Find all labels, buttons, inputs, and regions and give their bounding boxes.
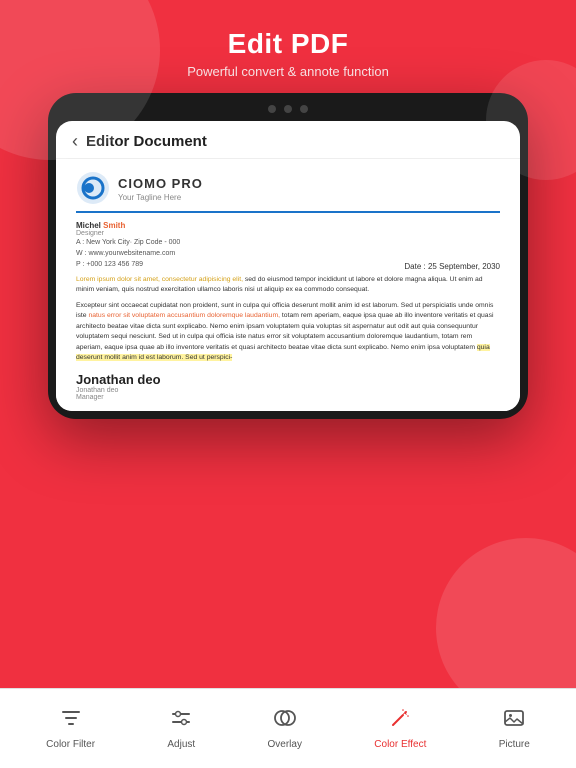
- doc-contact-website: W : www.yourwebsitename.com: [76, 248, 180, 259]
- document-content: CIOMO PRO Your Tagline Here Michel Smith…: [56, 159, 520, 411]
- doc-contact-phone: P : +000 123 456 789: [76, 259, 180, 270]
- logo-company: CIOMO PRO: [118, 176, 203, 191]
- back-icon[interactable]: ‹: [72, 131, 78, 152]
- doc-para1-highlight: Lorem ipsum dolor sit amet, consectetur …: [76, 276, 243, 283]
- sliders-icon: [170, 707, 192, 735]
- logo-tagline: Your Tagline Here: [118, 193, 203, 202]
- toolbar-label-adjust: Adjust: [167, 739, 195, 750]
- doc-para2-link: natus error sit voluptatem accusantium d…: [88, 312, 280, 319]
- screen-title: Editor Document: [86, 133, 207, 150]
- bottom-toolbar: Color Filter Adjust Overlay: [0, 688, 576, 768]
- doc-logo-area: CIOMO PRO Your Tagline Here: [76, 171, 500, 213]
- toolbar-item-overlay[interactable]: Overlay: [256, 699, 314, 758]
- doc-sig-sub1: Jonathan deo: [76, 387, 500, 394]
- toolbar-label-overlay: Overlay: [268, 739, 302, 750]
- screen-navbar: ‹ Editor Document: [56, 121, 520, 159]
- doc-paragraph-2: Excepteur sint occaecat cupidatat non pr…: [76, 301, 500, 364]
- doc-contact-name-highlight: Smith: [103, 221, 125, 230]
- toolbar-item-adjust[interactable]: Adjust: [155, 699, 207, 758]
- doc-paragraph-1: Lorem ipsum dolor sit amet, consectetur …: [76, 275, 500, 296]
- page-title: Edit PDF: [0, 28, 576, 60]
- device-mockup: ‹ Editor Document CIOMO PRO Your Tagline…: [48, 93, 528, 419]
- toolbar-label-color-effect: Color Effect: [374, 739, 426, 750]
- header: Edit PDF Powerful convert & annote funct…: [0, 0, 576, 93]
- toolbar-item-color-effect[interactable]: Color Effect: [362, 699, 438, 758]
- circles-icon: [273, 707, 297, 735]
- doc-signature: Jonathan deo Jonathan deo Manager: [76, 372, 500, 401]
- logo-icon: [76, 171, 110, 205]
- toolbar-label-picture: Picture: [499, 739, 530, 750]
- doc-para2-highlighted: quia deserunt mollit anim id est laborum…: [76, 344, 490, 362]
- device-screen: ‹ Editor Document CIOMO PRO Your Tagline…: [56, 121, 520, 411]
- doc-contact-left: Michel Smith Designer A : New York City·…: [76, 221, 180, 271]
- device-dot-1: [268, 105, 276, 113]
- toolbar-label-color-filter: Color Filter: [46, 739, 95, 750]
- image-icon: [503, 707, 525, 735]
- device-wrapper: ‹ Editor Document CIOMO PRO Your Tagline…: [0, 93, 576, 419]
- page-subtitle: Powerful convert & annote function: [0, 64, 576, 79]
- doc-contact-address: A : New York City· Zip Code - 000: [76, 237, 180, 248]
- device-top-bar: [56, 105, 520, 113]
- doc-sig-sub2: Manager: [76, 394, 500, 401]
- funnel-icon: [60, 707, 82, 735]
- doc-contact-role: Designer: [76, 230, 180, 237]
- device-dot-2: [284, 105, 292, 113]
- doc-contact: Michel Smith Designer A : New York City·…: [76, 221, 500, 271]
- toolbar-item-color-filter[interactable]: Color Filter: [34, 699, 107, 758]
- device-dot-3: [300, 105, 308, 113]
- doc-sig-name: Jonathan deo: [76, 372, 500, 387]
- logo-text: CIOMO PRO Your Tagline Here: [118, 175, 203, 202]
- doc-contact-row: Michel Smith Designer A : New York City·…: [76, 221, 500, 271]
- doc-contact-name: Michel Smith: [76, 221, 180, 230]
- doc-date: Date : 25 September, 2030: [404, 262, 500, 271]
- magic-icon: [389, 707, 411, 735]
- toolbar-item-picture[interactable]: Picture: [487, 699, 542, 758]
